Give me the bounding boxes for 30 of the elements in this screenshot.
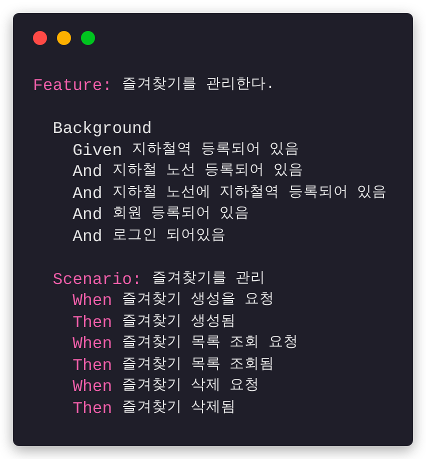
step-text: 지하철 노선 등록되어 있음 bbox=[112, 162, 304, 181]
step-text: 즐겨찾기 생성을 요청 bbox=[122, 291, 275, 310]
keyword: Feature: bbox=[33, 75, 112, 96]
keyword: And bbox=[72, 182, 102, 204]
keyword: And bbox=[72, 161, 102, 182]
keyword: And bbox=[72, 204, 102, 226]
step-text: 즐겨찾기 생성됨 bbox=[122, 312, 236, 332]
window-button[interactable] bbox=[33, 31, 47, 45]
keyword: Background bbox=[52, 118, 152, 140]
keyword: Given bbox=[72, 140, 122, 161]
window-button[interactable] bbox=[81, 31, 95, 45]
keyword: When bbox=[72, 333, 112, 354]
keyword: Then bbox=[72, 398, 112, 419]
step-text: 지하철역 등록되어 있음 bbox=[132, 140, 300, 160]
window-button[interactable] bbox=[57, 31, 71, 45]
step-text: 즐겨찾기를 관리 bbox=[152, 270, 266, 288]
keyword: Scenario: bbox=[52, 268, 142, 290]
step-text: 로그인 되어있음 bbox=[112, 226, 226, 246]
keyword: And bbox=[72, 226, 102, 247]
keyword: When bbox=[72, 290, 112, 312]
step-text: 회원 등록되어 있음 bbox=[112, 205, 250, 224]
step-text: 즐겨찾기 목록 조회 요청 bbox=[122, 334, 298, 353]
step-text: 즐겨찾기 삭제 요청 bbox=[122, 377, 260, 396]
step-text: 즐겨찾기를 관리한다. bbox=[122, 76, 275, 95]
step-text: 즐겨찾기 삭제됨 bbox=[122, 398, 236, 418]
keyword: Then bbox=[72, 354, 112, 376]
step-text: 즐겨찾기 목록 조회됨 bbox=[122, 356, 275, 374]
keyword: Then bbox=[72, 312, 112, 333]
step-text: 지하철 노선에 지하철역 등록되어 있음 bbox=[112, 184, 388, 202]
keyword: When bbox=[72, 376, 112, 398]
